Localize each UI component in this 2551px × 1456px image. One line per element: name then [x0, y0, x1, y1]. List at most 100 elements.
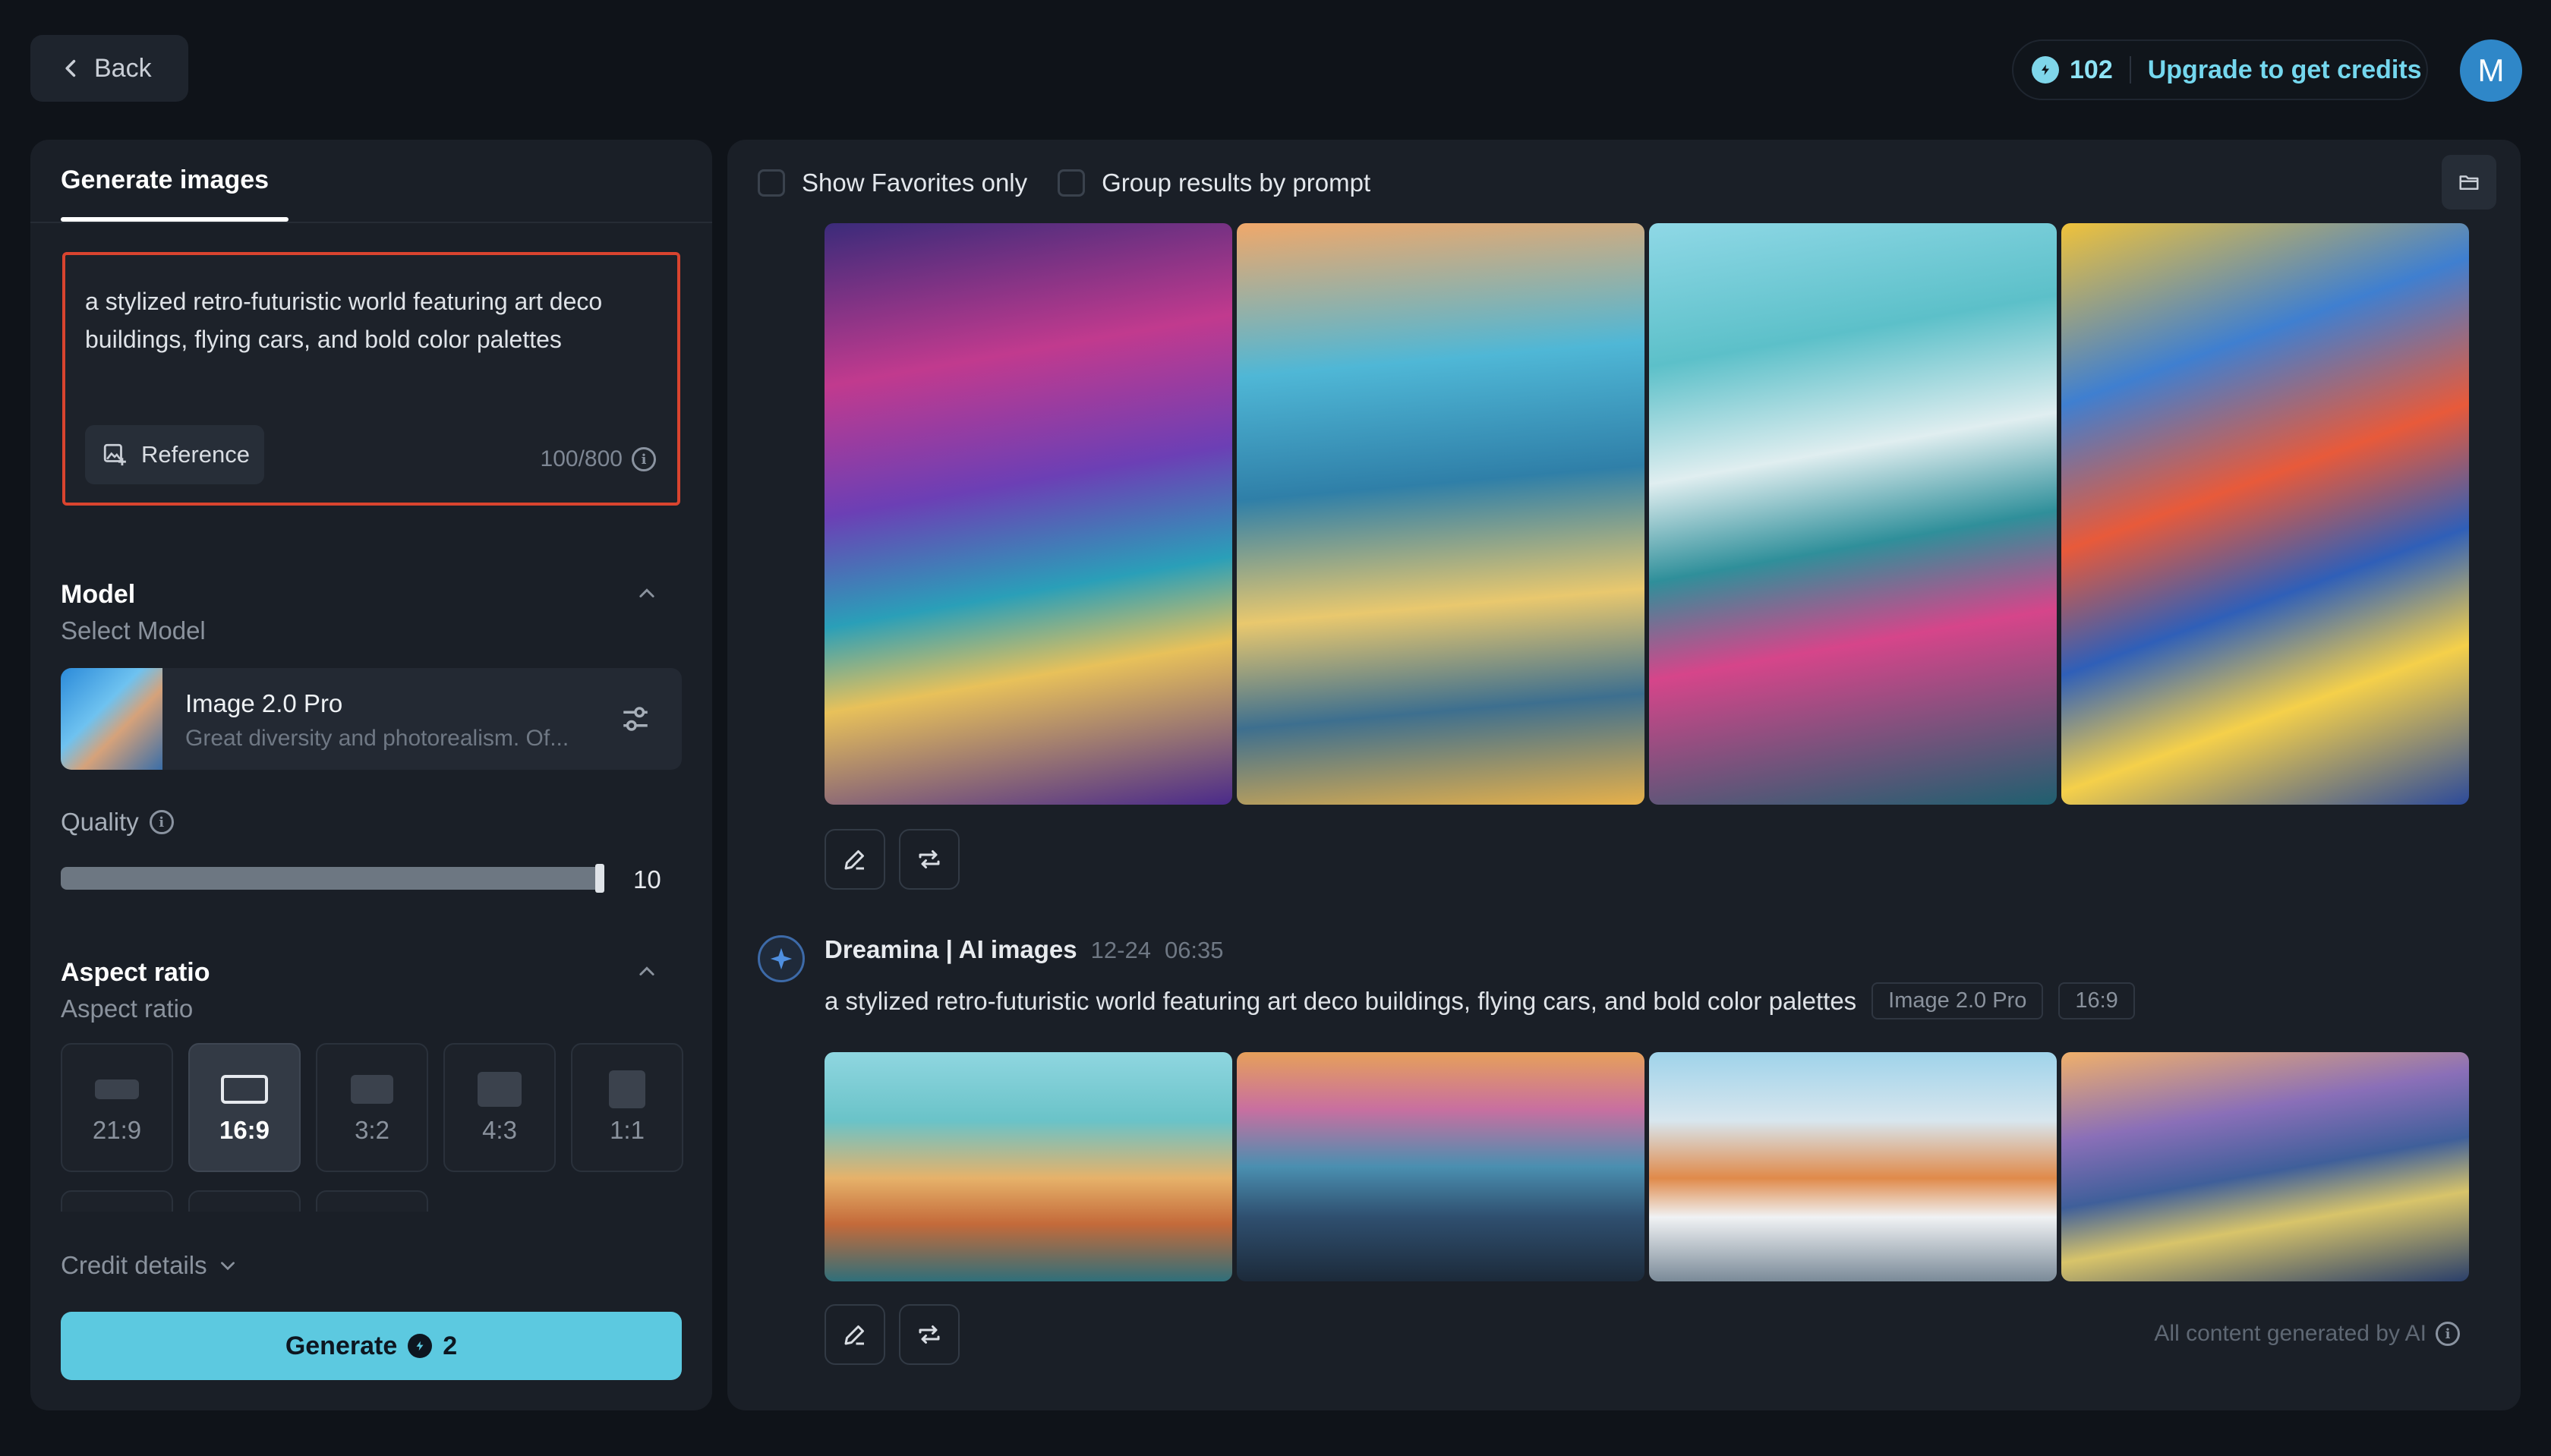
model-thumbnail: [61, 668, 162, 770]
generated-image[interactable]: [2061, 1052, 2469, 1281]
chevron-down-icon: [220, 1262, 235, 1271]
result-time: 06:35: [1164, 937, 1224, 963]
chevron-left-icon: [65, 59, 76, 77]
regenerate-button[interactable]: [899, 829, 960, 890]
results-filters: Show Favorites only Group results by pro…: [758, 164, 1370, 202]
generated-image[interactable]: [825, 1052, 1232, 1281]
result-prompt[interactable]: a stylized retro-futuristic world featur…: [825, 987, 1856, 1016]
generate-panel: Generate images a stylized retro-futuris…: [30, 140, 712, 1410]
model-section-title: Model: [61, 580, 136, 609]
model-description: Great diversity and photorealism. Of...: [185, 726, 569, 751]
generated-image[interactable]: [1237, 1052, 1644, 1281]
generated-image[interactable]: [1649, 1052, 2057, 1281]
show-favorites-checkbox[interactable]: [758, 169, 785, 197]
ratio-option-partial[interactable]: [61, 1190, 173, 1212]
credit-details-toggle[interactable]: Credit details: [61, 1251, 238, 1280]
aspect-ratio-options: 21:9 16:9 3:2 4:3 1:1: [61, 1043, 683, 1172]
panel-tabs: Generate images: [30, 140, 712, 223]
result-header: Dreamina | AI images 12-24 06:35: [825, 935, 1224, 964]
sliders-icon[interactable]: [620, 703, 651, 735]
avatar-initial: M: [2477, 52, 2505, 88]
aspect-ratio-options-overflow: [61, 1190, 440, 1212]
edit-pencil-icon: [844, 1325, 864, 1345]
result-date: 12-24: [1090, 937, 1151, 963]
ratio-tag: 16:9: [2058, 982, 2135, 1020]
pill-divider: [2129, 56, 2131, 84]
chevron-up-icon[interactable]: [636, 583, 657, 604]
ratio-3-2-shape: [351, 1075, 393, 1104]
ratio-option-partial[interactable]: [188, 1190, 301, 1212]
ratio-option-partial[interactable]: [316, 1190, 428, 1212]
ai-disclaimer: All content generated by AI i: [2154, 1321, 2460, 1347]
tab-underline: [61, 217, 289, 222]
credits-count: 102: [2070, 55, 2113, 84]
reference-button[interactable]: Reference: [85, 425, 264, 484]
show-favorites-label[interactable]: Show Favorites only: [802, 169, 1027, 197]
ratio-21-9[interactable]: 21:9: [61, 1043, 173, 1172]
chevron-up-icon[interactable]: [636, 961, 657, 982]
ratio-21-9-shape: [95, 1079, 139, 1099]
group-by-prompt-checkbox[interactable]: [1058, 169, 1086, 197]
quality-value: 10: [633, 865, 661, 893]
quality-slider[interactable]: [61, 867, 601, 890]
generated-image[interactable]: [1237, 223, 1644, 805]
upgrade-link[interactable]: Upgrade to get credits: [2148, 55, 2422, 85]
generate-label: Generate: [285, 1331, 398, 1360]
ratio-label: 3:2: [355, 1116, 389, 1144]
back-button[interactable]: Back: [30, 35, 188, 102]
ratio-label: 4:3: [482, 1116, 517, 1144]
aspect-ratio-label: Aspect ratio: [61, 994, 194, 1023]
ratio-4-3-shape: [478, 1072, 522, 1107]
credit-coin-icon: [2032, 56, 2059, 84]
ratio-16-9-shape: [221, 1075, 268, 1104]
select-model-label: Select Model: [61, 616, 206, 644]
dreamina-logo: [758, 935, 805, 982]
model-tag: Image 2.0 Pro: [1871, 982, 2044, 1020]
result-prompt-row: a stylized retro-futuristic world featur…: [825, 982, 2135, 1020]
generate-cost: 2: [443, 1331, 458, 1360]
ratio-label: 1:1: [610, 1116, 645, 1144]
result-author: Dreamina | AI images: [825, 935, 1077, 963]
reference-image-icon: [103, 443, 126, 466]
info-icon[interactable]: i: [632, 447, 656, 471]
generated-image[interactable]: [1649, 223, 2057, 805]
info-icon[interactable]: i: [149, 810, 174, 834]
aspect-section-title: Aspect ratio: [61, 958, 210, 987]
credit-details-label: Credit details: [61, 1251, 207, 1279]
dreamina-logo-icon: [770, 947, 793, 970]
ratio-3-2[interactable]: 3:2: [316, 1043, 428, 1172]
ratio-16-9[interactable]: 16:9: [188, 1043, 301, 1172]
ratio-label: 21:9: [92, 1116, 142, 1144]
prompt-input[interactable]: a stylized retro-futuristic world featur…: [85, 282, 647, 358]
generate-button[interactable]: Generate 2: [61, 1312, 682, 1380]
char-count: 100/800 i: [541, 446, 656, 472]
top-bar: Back 102 Upgrade to get credits M: [0, 0, 2551, 138]
credit-coin-icon: [408, 1334, 433, 1358]
folder-button[interactable]: [2442, 155, 2496, 210]
credits-pill[interactable]: 102 Upgrade to get credits: [2012, 39, 2428, 100]
model-selector[interactable]: Image 2.0 Pro Great diversity and photor…: [61, 668, 682, 770]
quality-slider-thumb[interactable]: [595, 864, 604, 893]
generated-image[interactable]: [2061, 223, 2469, 805]
folder-icon: [2459, 175, 2479, 190]
edit-button[interactable]: [825, 829, 885, 890]
prompt-box[interactable]: a stylized retro-futuristic world featur…: [62, 252, 680, 506]
info-icon[interactable]: i: [2436, 1322, 2460, 1346]
group-by-prompt-label[interactable]: Group results by prompt: [1102, 169, 1370, 197]
quality-label: Quality i: [61, 808, 174, 837]
regenerate-icon: [919, 1325, 940, 1344]
quality-label-text: Quality: [61, 808, 139, 836]
results-panel: Show Favorites only Group results by pro…: [727, 140, 2521, 1410]
generated-image[interactable]: [825, 223, 1232, 805]
edit-pencil-icon: [844, 850, 864, 870]
ratio-1-1[interactable]: 1:1: [571, 1043, 683, 1172]
edit-button[interactable]: [825, 1304, 885, 1365]
char-count-value: 100/800: [540, 446, 623, 471]
regenerate-button[interactable]: [899, 1304, 960, 1365]
reference-label: Reference: [141, 441, 251, 468]
tab-generate-images[interactable]: Generate images: [61, 165, 269, 195]
avatar[interactable]: M: [2460, 39, 2522, 102]
ratio-label: 16:9: [219, 1116, 270, 1144]
ai-disclaimer-text: All content generated by AI: [2154, 1321, 2426, 1346]
ratio-4-3[interactable]: 4:3: [443, 1043, 556, 1172]
